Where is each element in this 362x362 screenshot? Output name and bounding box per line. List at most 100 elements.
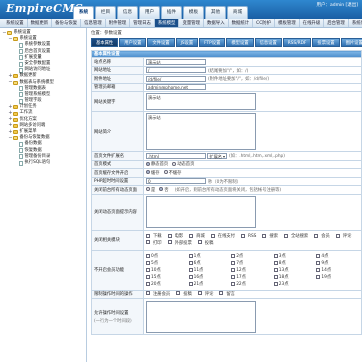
checkbox-option[interactable]: 0点 (146, 253, 189, 259)
checkbox-option[interactable]: 留言 (219, 291, 238, 298)
checkbox-option[interactable]: 评论 (335, 233, 355, 241)
checkbox-icon[interactable] (189, 233, 194, 238)
checkbox-icon[interactable] (316, 253, 321, 258)
user-info[interactable]: 用户：admin [退出] (316, 2, 358, 8)
checkbox-option[interactable]: 9点 (316, 260, 359, 266)
menu-item-7[interactable]: 变量管理 (179, 19, 205, 27)
radio-option[interactable]: 不缓存 (163, 170, 181, 176)
checkbox-icon[interactable] (188, 260, 193, 265)
checkbox-option[interactable]: 投稿 (176, 291, 195, 298)
checkbox-icon[interactable] (146, 274, 150, 279)
checkbox-option[interactable]: 19点 (316, 274, 359, 280)
menu-item-9[interactable]: 数据统计 (229, 19, 254, 27)
checkbox-icon[interactable] (146, 240, 150, 244)
settings-tab-8[interactable]: 投票设置 (312, 38, 340, 47)
checkbox-icon[interactable] (176, 291, 181, 295)
checkbox-option[interactable]: 会员 (314, 233, 333, 241)
checkbox-icon[interactable] (146, 291, 150, 295)
checkbox-icon[interactable] (188, 281, 193, 286)
allow-ips-textarea[interactable] (146, 300, 256, 333)
checkbox-icon[interactable] (273, 267, 278, 272)
menu-item-13[interactable]: 后台管理 (324, 19, 349, 27)
checkbox-option[interactable]: 搜索 (262, 233, 281, 241)
radio-option[interactable]: 动态首页 (172, 161, 194, 167)
checkbox-icon[interactable] (188, 267, 193, 272)
top-tab-5[interactable]: 模板 (183, 6, 204, 19)
top-tab-6[interactable]: 其他 (205, 6, 226, 19)
checkbox-icon[interactable] (314, 233, 319, 238)
radio-icon[interactable] (146, 170, 150, 175)
checkbox-icon[interactable] (219, 291, 224, 295)
description-textarea[interactable]: 演示站 (146, 113, 256, 150)
settings-tab-4[interactable]: FTP设置 (199, 38, 226, 47)
checkbox-option[interactable]: 16点 (188, 274, 232, 280)
checkbox-icon[interactable] (167, 233, 172, 238)
settings-tab-7[interactable]: RSS/RDF (282, 38, 312, 47)
settings-tab-5[interactable]: 模型设置 (226, 38, 254, 47)
checkbox-option[interactable]: 注册会员 (146, 291, 173, 298)
checkbox-icon[interactable] (316, 260, 321, 265)
checkbox-option[interactable]: 全站搜索 (284, 233, 311, 241)
settings-tab-6[interactable]: 信息设置 (254, 38, 282, 47)
attach-url-input[interactable]: /d/file/ (146, 75, 206, 82)
checkbox-option[interactable]: 13点 (273, 267, 317, 273)
checkbox-icon[interactable] (262, 233, 267, 238)
menu-item-6[interactable]: 系统模型 (154, 19, 180, 27)
radio-option[interactable]: 是 (146, 187, 155, 193)
checkbox-icon[interactable] (231, 260, 236, 265)
sidebar-item-21[interactable]: 执行SQL语句 (0, 160, 86, 166)
site-name-input[interactable]: 演示站 (146, 58, 206, 65)
menu-item-0[interactable]: 系统设置 (3, 19, 28, 27)
checkbox-icon[interactable] (146, 267, 150, 272)
radio-option[interactable]: 静态首页 (146, 161, 168, 167)
checkbox-icon[interactable] (273, 281, 278, 286)
menu-item-1[interactable]: 数据更新 (28, 19, 53, 27)
checkbox-option[interactable]: 1点 (188, 253, 232, 259)
checkbox-icon[interactable] (231, 281, 236, 286)
checkbox-icon[interactable] (335, 233, 340, 238)
checkbox-icon[interactable] (273, 253, 278, 258)
php-timeout-input[interactable]: 0 (146, 178, 206, 184)
checkbox-option[interactable]: 21点 (188, 281, 232, 287)
top-tab-4[interactable]: 插件 (161, 6, 182, 19)
checkbox-option[interactable]: 外部投票 (167, 240, 195, 247)
keywords-textarea[interactable]: 演示站 (146, 93, 256, 110)
menu-item-10[interactable]: CC防护 (253, 19, 276, 27)
checkbox-option[interactable]: 20点 (146, 281, 189, 287)
menu-item-5[interactable]: 管理日志 (130, 19, 155, 27)
settings-tab-9[interactable]: 图片设置 (340, 38, 362, 47)
site-url-input[interactable]: / (146, 67, 206, 73)
checkbox-option[interactable]: 7点 (231, 260, 274, 266)
menu-item-4[interactable]: 附件管理 (106, 19, 131, 27)
checkbox-icon[interactable] (240, 233, 245, 238)
radio-icon[interactable] (172, 161, 177, 166)
top-tab-1[interactable]: 栏目 (95, 6, 116, 19)
settings-tab-2[interactable]: 文件设置 (147, 38, 175, 47)
radio-icon[interactable] (159, 187, 164, 192)
settings-tab-1[interactable]: 用户设置 (119, 38, 147, 47)
top-tab-7[interactable]: 商城 (227, 6, 248, 19)
checkbox-option[interactable]: 10点 (146, 267, 189, 273)
checkbox-icon[interactable] (231, 253, 236, 258)
menu-item-3[interactable]: 信息管理 (81, 19, 106, 27)
checkbox-icon[interactable] (273, 274, 278, 279)
checkbox-icon[interactable] (231, 267, 236, 272)
checkbox-option[interactable]: RSS (240, 233, 259, 241)
checkbox-icon[interactable] (316, 267, 321, 272)
index-ext-select[interactable]: 扩展名 (207, 152, 227, 159)
checkbox-icon[interactable] (197, 240, 202, 244)
checkbox-icon[interactable] (188, 253, 193, 258)
checkbox-option[interactable]: 6点 (188, 260, 232, 266)
checkbox-option[interactable]: 15点 (146, 274, 189, 280)
checkbox-icon[interactable] (146, 260, 150, 265)
menu-item-11[interactable]: 模板管理 (275, 19, 300, 27)
checkbox-icon[interactable] (146, 233, 150, 238)
checkbox-option[interactable]: 8点 (273, 260, 317, 266)
checkbox-option[interactable]: 评论 (197, 291, 217, 298)
checkbox-icon[interactable] (188, 274, 193, 279)
checkbox-icon[interactable] (146, 253, 150, 258)
checkbox-icon[interactable] (197, 291, 202, 295)
radio-icon[interactable] (146, 161, 150, 166)
settings-tab-0[interactable]: 基本属性 (91, 38, 119, 47)
checkbox-icon[interactable] (316, 274, 321, 279)
